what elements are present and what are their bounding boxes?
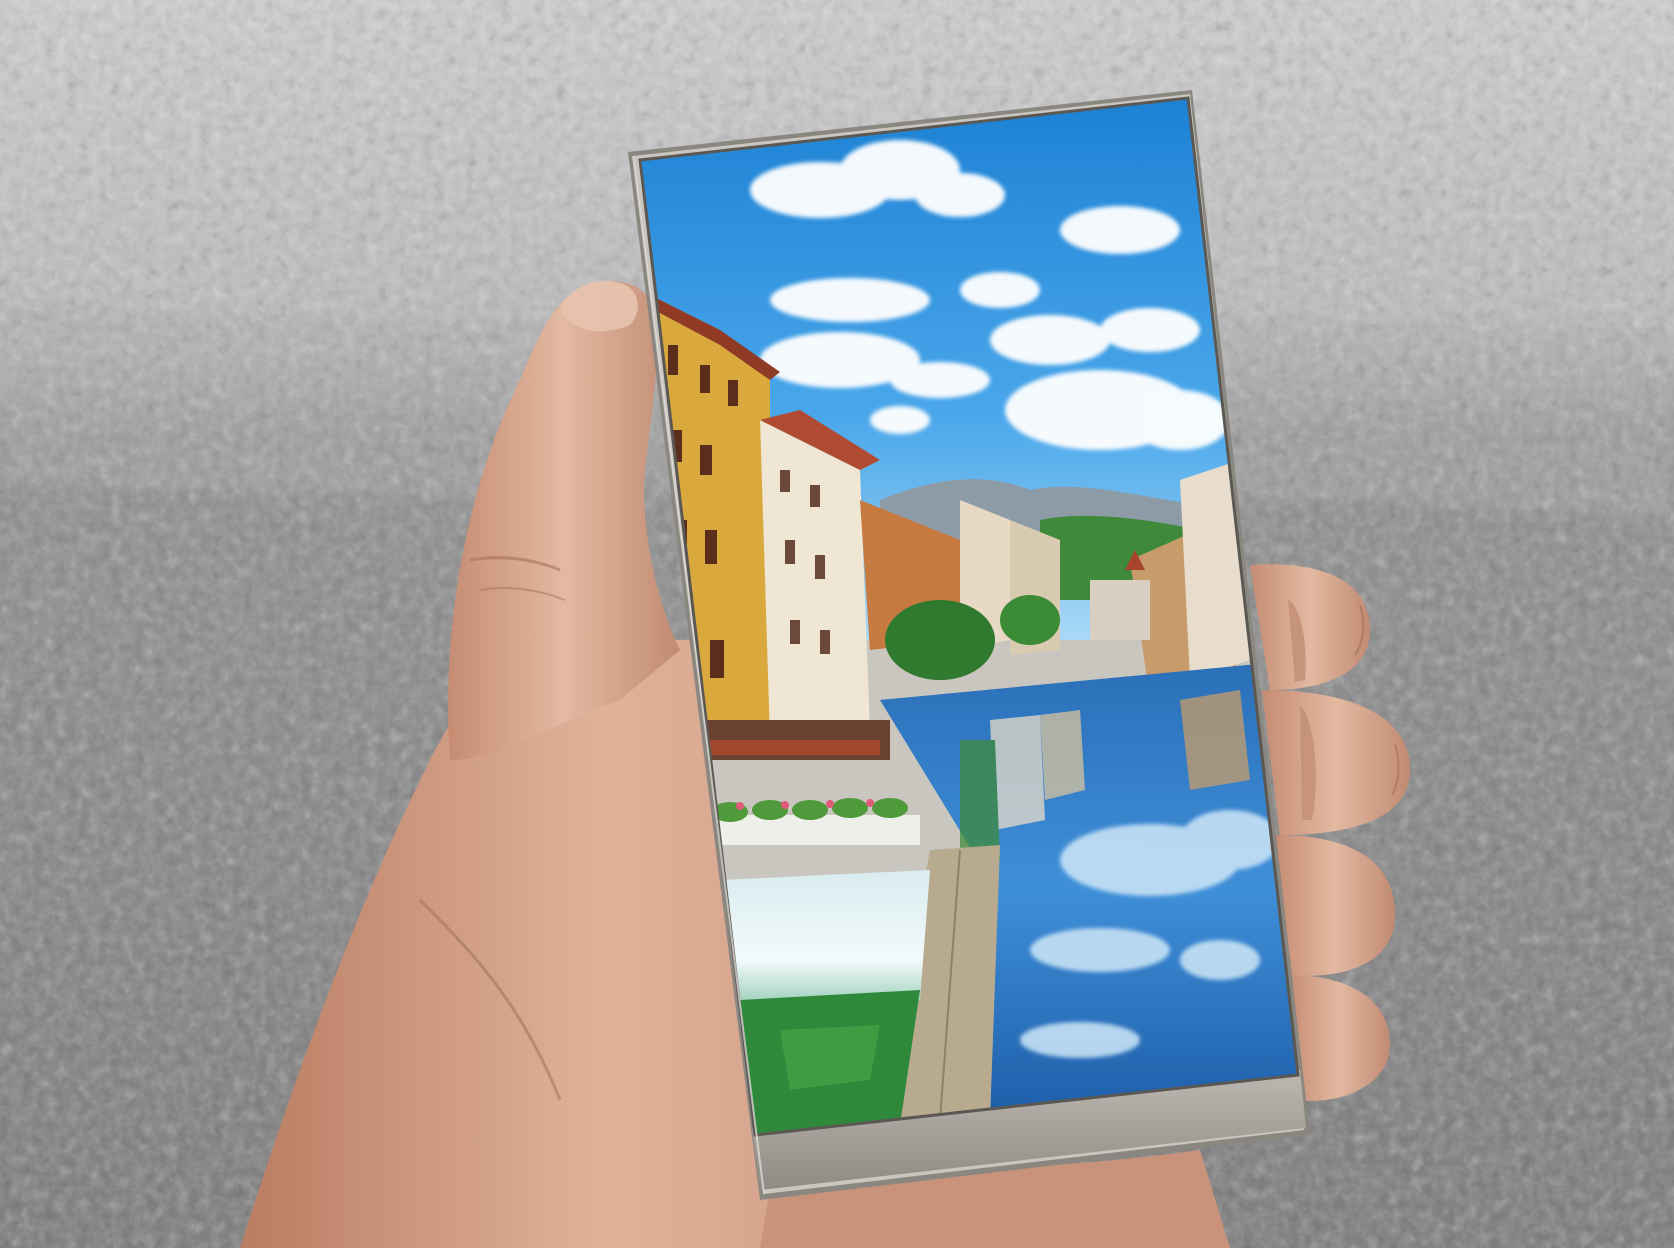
photo-scene bbox=[0, 0, 1674, 1248]
photo-svg bbox=[0, 0, 1674, 1248]
flower-planters bbox=[710, 798, 920, 845]
